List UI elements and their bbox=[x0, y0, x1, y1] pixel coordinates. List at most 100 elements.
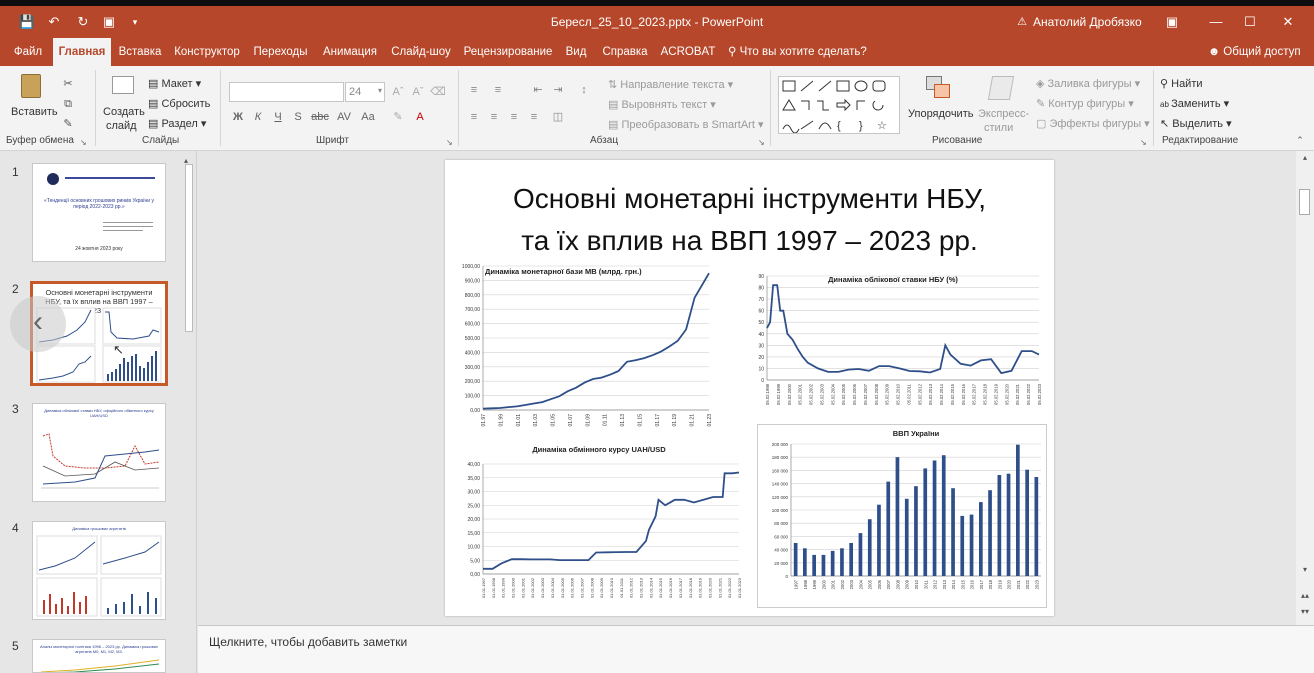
increase-font-icon[interactable]: Aˆ bbox=[390, 84, 406, 100]
x-tick-label: 01.01.2004 bbox=[550, 577, 555, 598]
replace-button[interactable]: ab Заменить ▾ bbox=[1160, 97, 1229, 110]
bar bbox=[951, 488, 955, 576]
x-tick-label: 05.02.2010 bbox=[896, 383, 901, 405]
slide-thumbnail-3[interactable]: Динаміка облікової ставки НБУ, офіційног… bbox=[32, 403, 166, 502]
char-spacing-icon[interactable]: AV bbox=[334, 109, 354, 125]
tab-slideshow[interactable]: Слайд-шоу bbox=[388, 38, 454, 66]
next-slide-icon[interactable]: ▾▾ bbox=[1296, 607, 1314, 616]
new-slide-label-2: слайд bbox=[106, 120, 137, 132]
clipboard-launcher-icon[interactable]: ↘ bbox=[80, 138, 87, 147]
reset-button[interactable]: ▤ Сбросить bbox=[148, 97, 210, 110]
slide-thumbnail-4[interactable]: Динаміка грошових агрегатів bbox=[32, 521, 166, 620]
scroll-up-icon[interactable]: ▴ bbox=[1296, 153, 1314, 162]
tab-help[interactable]: Справка bbox=[598, 38, 652, 66]
align-right-icon[interactable]: ≡ bbox=[506, 109, 522, 125]
share-button[interactable]: ☻ Общий доступ bbox=[1208, 38, 1301, 66]
chart-discount-rate[interactable]: Динаміка облікової ставки НБУ (%) 0 10 20 30… bbox=[753, 270, 1043, 425]
font-launcher-icon[interactable]: ↘ bbox=[446, 138, 453, 147]
shape-effects-button[interactable]: ▢ Эффекты фигуры ▾ bbox=[1036, 117, 1150, 130]
new-slide-button[interactable]: Создать слайд bbox=[100, 70, 145, 132]
chart-exchange-rate[interactable]: Динаміка обмінного курсу UAH/USD 0,00 5,00… bbox=[449, 444, 749, 609]
strikethrough-icon[interactable]: abc bbox=[310, 109, 330, 125]
notes-pane[interactable]: Щелкните, чтобы добавить заметки bbox=[198, 625, 1314, 673]
close-button[interactable]: ✕ bbox=[1278, 12, 1298, 32]
shadow-icon[interactable]: S bbox=[290, 109, 306, 125]
layout-button[interactable]: ▤ Макет ▾ bbox=[148, 77, 201, 90]
align-text-button[interactable]: ▤ Выровнять текст ▾ bbox=[608, 98, 716, 111]
text-direction-button[interactable]: ⇅ Направление текста ▾ bbox=[608, 78, 733, 91]
slide-thumbnail-5[interactable]: Аналіз монетарної політики 1996 – 2023 р… bbox=[32, 639, 166, 673]
tab-review[interactable]: Рецензирование bbox=[460, 38, 556, 66]
italic-icon[interactable]: К bbox=[250, 109, 266, 125]
format-painter-icon[interactable]: ✎ bbox=[60, 116, 76, 132]
x-tick-label: 01.21 bbox=[690, 414, 696, 427]
chart-gdp[interactable]: ВВП України 0 20 000 40 000 60 000 80 000 100 … bbox=[757, 424, 1047, 608]
slide-scrollbar[interactable]: ▴ ▾ ▴▴ ▾▾ bbox=[1296, 151, 1314, 625]
current-slide[interactable]: Основні монетарні інструменти НБУ, та їх… bbox=[445, 160, 1054, 616]
find-button[interactable]: ⚲ Найти bbox=[1160, 77, 1203, 90]
numbering-icon[interactable]: ≡ bbox=[490, 82, 506, 98]
bar bbox=[830, 550, 835, 576]
clear-formatting-icon[interactable]: ⌫ bbox=[430, 84, 446, 100]
cut-icon[interactable]: ✂ bbox=[60, 76, 76, 92]
thumbnails-scrollbar-thumb[interactable] bbox=[185, 164, 193, 332]
user-name[interactable]: Анатолий Дробязко bbox=[1033, 15, 1142, 29]
highlight-icon[interactable]: ✎ bbox=[390, 109, 406, 125]
previous-slide-arrow-icon[interactable]: ‹ bbox=[10, 296, 66, 352]
minimize-button[interactable]: — bbox=[1206, 12, 1226, 32]
collapse-ribbon-icon[interactable]: ⌃ bbox=[1292, 132, 1308, 148]
x-tick-label: 01.01.2021 bbox=[717, 577, 722, 598]
slide-title[interactable]: Основні монетарні інструменти НБУ, та їх… bbox=[445, 178, 1054, 262]
group-separator bbox=[220, 70, 221, 146]
line-spacing-icon[interactable]: ↕ bbox=[576, 82, 592, 98]
tab-animations[interactable]: Анимация bbox=[318, 38, 382, 66]
increase-indent-icon[interactable]: ⇥ bbox=[550, 82, 566, 98]
ribbon-display-options-icon[interactable]: ▣ bbox=[1162, 12, 1182, 32]
paragraph-launcher-icon[interactable]: ↘ bbox=[758, 138, 765, 147]
x-tick-label: 01.11 bbox=[603, 414, 609, 426]
slide-scrollbar-thumb[interactable] bbox=[1299, 189, 1310, 215]
x-tick-label: 05.02.1999 bbox=[776, 383, 781, 405]
tab-design[interactable]: Конструктор bbox=[171, 38, 243, 66]
paste-button[interactable]: Вставить bbox=[8, 70, 58, 130]
align-center-icon[interactable]: ≡ bbox=[486, 109, 502, 125]
bar bbox=[1034, 477, 1039, 576]
tab-transitions[interactable]: Переходы bbox=[249, 38, 312, 66]
tab-view[interactable]: Вид bbox=[561, 38, 591, 66]
align-left-icon[interactable]: ≡ bbox=[466, 109, 482, 125]
tab-file[interactable]: Файл bbox=[8, 38, 48, 66]
chart-monetary-base[interactable]: Динаміка монетарної бази МВ (млрд. грн.)… bbox=[449, 262, 719, 440]
thumbnails-scrollbar[interactable]: ▴ bbox=[182, 156, 196, 671]
smartart-button[interactable]: ▤ Преобразовать в SmartArt ▾ bbox=[608, 118, 763, 131]
shape-outline-button[interactable]: ✎ Контур фигуры ▾ bbox=[1036, 97, 1134, 110]
decrease-font-icon[interactable]: Aˇ bbox=[410, 84, 426, 100]
bold-icon[interactable]: Ж bbox=[230, 109, 246, 125]
font-color-icon[interactable]: A bbox=[412, 109, 428, 125]
font-name-box[interactable] bbox=[229, 82, 344, 102]
decrease-indent-icon[interactable]: ⇤ bbox=[530, 82, 546, 98]
maximize-button[interactable]: ☐ bbox=[1240, 12, 1260, 32]
font-size-dropdown-icon[interactable]: ▾ bbox=[378, 86, 382, 95]
font-size-box[interactable]: 24 ▾ bbox=[345, 82, 385, 102]
scroll-down-icon[interactable]: ▾ bbox=[1296, 565, 1314, 574]
section-button[interactable]: ▤ Раздел ▾ bbox=[148, 117, 206, 130]
shape-fill-button[interactable]: ◈ Заливка фигуры ▾ bbox=[1036, 77, 1140, 90]
tab-insert[interactable]: Вставка bbox=[114, 38, 166, 66]
tell-me-search[interactable]: ⚲ Что вы хотите сделать? bbox=[728, 38, 867, 66]
shapes-gallery[interactable]: {} ☆ bbox=[778, 76, 900, 134]
copy-icon[interactable]: ⧉ bbox=[60, 96, 76, 112]
quick-styles-button[interactable]: Экспресс- стили bbox=[976, 72, 1030, 134]
previous-slide-icon[interactable]: ▴▴ bbox=[1296, 591, 1314, 600]
tab-acrobat[interactable]: ACROBAT bbox=[658, 38, 718, 66]
bullets-icon[interactable]: ≡ bbox=[466, 82, 482, 98]
columns-icon[interactable]: ◫ bbox=[550, 109, 566, 125]
select-button[interactable]: ↖ Выделить ▾ bbox=[1160, 117, 1232, 130]
change-case-icon[interactable]: Aa bbox=[358, 109, 378, 125]
drawing-launcher-icon[interactable]: ↘ bbox=[1140, 138, 1147, 147]
underline-icon[interactable]: Ч bbox=[270, 109, 286, 125]
justify-icon[interactable]: ≡ bbox=[526, 109, 542, 125]
arrange-button[interactable]: Упорядочить bbox=[906, 72, 973, 132]
slide-thumbnail-1[interactable]: «Тенденції основних грошових ринків Укра… bbox=[32, 163, 166, 262]
tab-home[interactable]: Главная bbox=[53, 38, 111, 66]
x-tick-label: 01.01.2022 bbox=[727, 577, 732, 598]
